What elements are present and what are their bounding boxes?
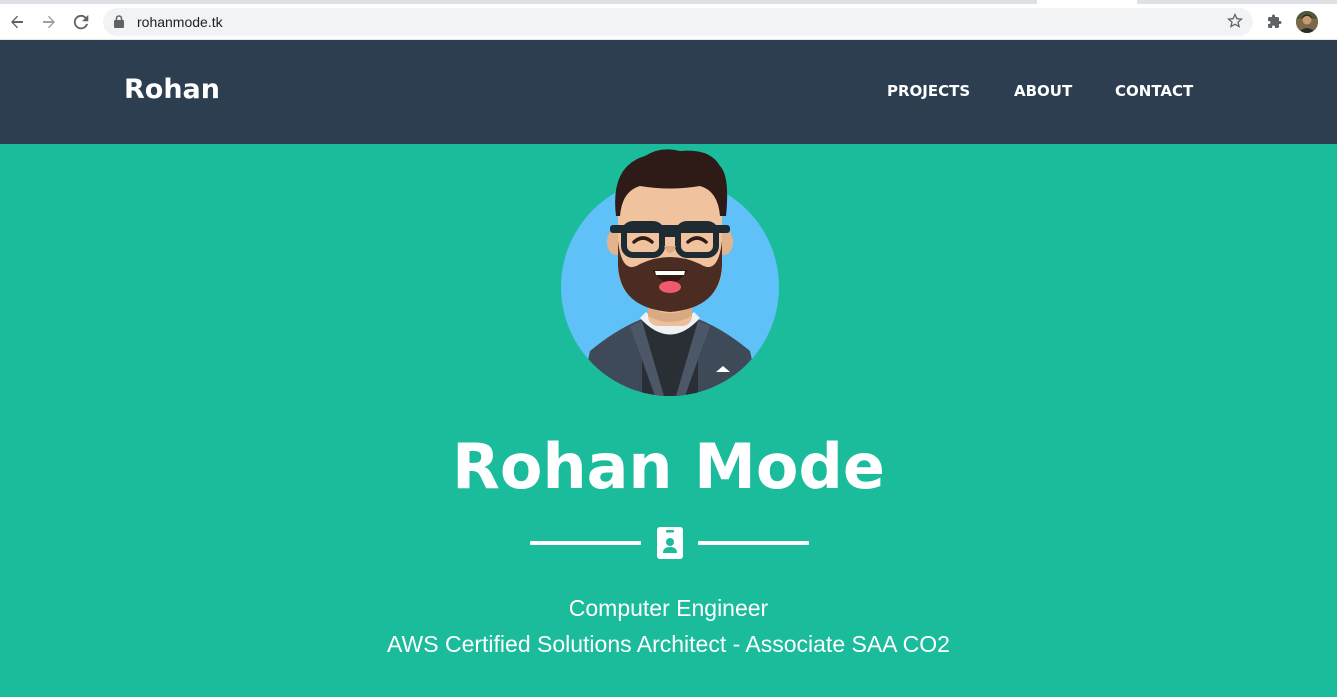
- nav-link-contact[interactable]: CONTACT: [1115, 82, 1193, 100]
- divider-line-right: [698, 541, 809, 545]
- profile-avatar[interactable]: [1296, 11, 1318, 33]
- reload-icon[interactable]: [69, 10, 93, 34]
- extensions-puzzle-icon[interactable]: [1263, 10, 1287, 34]
- brand-logo[interactable]: Rohan: [124, 74, 220, 105]
- bookmark-star-icon[interactable]: [1226, 12, 1244, 34]
- divider-line-left: [530, 541, 641, 545]
- url-text[interactable]: rohanmode.tk: [137, 13, 223, 31]
- avatar-illustration: [560, 146, 780, 396]
- subtitle-certification: AWS Certified Solutions Architect - Asso…: [387, 631, 950, 657]
- site-navbar: Rohan PROJECTS ABOUT CONTACT: [0, 40, 1337, 144]
- browser-toolbar: rohanmode.tk: [0, 4, 1337, 40]
- id-badge-icon: [657, 527, 683, 559]
- masthead-title: Rohan Mode: [452, 430, 885, 503]
- forward-arrow-icon[interactable]: [37, 10, 61, 34]
- back-arrow-icon[interactable]: [5, 10, 29, 34]
- subtitle-role: Computer Engineer: [568, 595, 769, 621]
- address-bar[interactable]: rohanmode.tk: [103, 8, 1253, 36]
- lock-icon: [114, 15, 124, 33]
- nav-link-projects[interactable]: PROJECTS: [887, 82, 970, 100]
- nav-link-about[interactable]: ABOUT: [1014, 82, 1072, 100]
